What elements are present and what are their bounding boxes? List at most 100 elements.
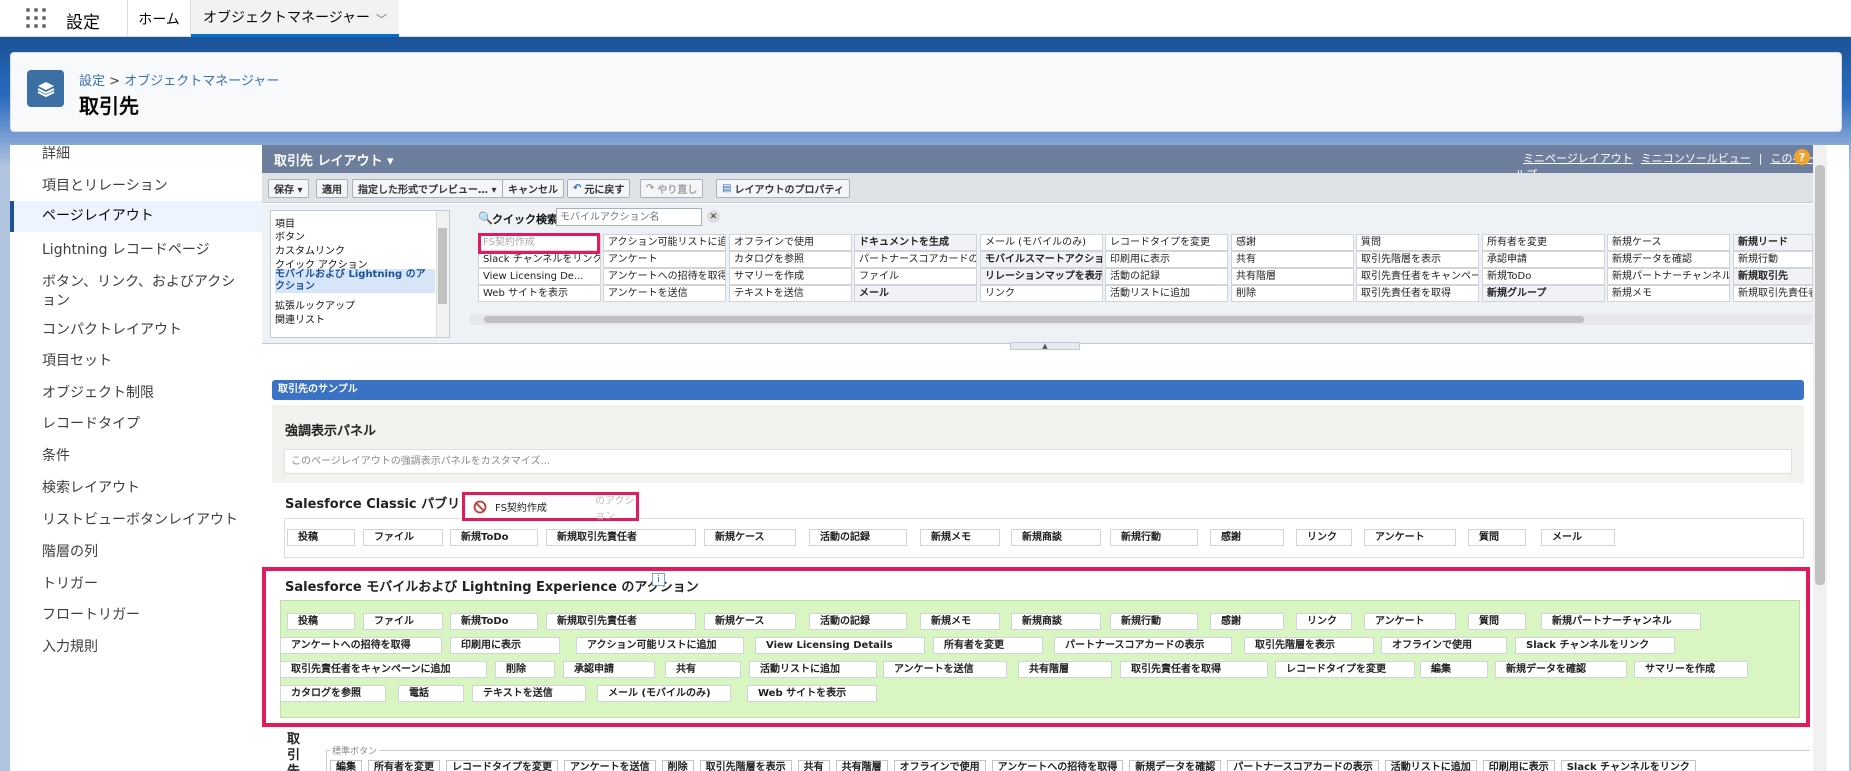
palette-item[interactable]: 感謝 bbox=[1231, 234, 1354, 251]
classic-action-item[interactable]: 活動の記録 bbox=[809, 529, 907, 546]
standard-button-item[interactable]: 活動リストに追加 bbox=[1384, 760, 1477, 771]
sidebar-item-lightning-pages[interactable]: Lightning レコードページ bbox=[10, 241, 262, 260]
classic-action-item[interactable]: 新規商談 bbox=[1011, 529, 1101, 546]
classic-action-item[interactable]: 新規取引先責任者 bbox=[546, 529, 696, 546]
classic-action-item[interactable]: 投稿 bbox=[287, 529, 355, 546]
palette-item[interactable]: 新規取引先責任者 bbox=[1733, 285, 1813, 302]
lightning-action-item[interactable]: 取引先責任者を取得 bbox=[1120, 661, 1268, 678]
standard-button-item[interactable]: 共有 bbox=[797, 760, 830, 771]
save-button[interactable]: 保存 ▾ bbox=[268, 179, 309, 198]
palette-item[interactable]: 取引先責任者を取得 bbox=[1356, 285, 1479, 302]
sidebar-item-record-types[interactable]: レコードタイプ bbox=[10, 415, 262, 434]
lightning-action-item[interactable]: 新規メモ bbox=[920, 613, 1000, 630]
help-icon[interactable]: ? bbox=[1794, 149, 1810, 165]
palette-item[interactable]: テキストを送信 bbox=[729, 285, 852, 302]
lightning-action-item[interactable]: 新規行動 bbox=[1110, 613, 1198, 630]
palette-item[interactable]: ファイル bbox=[854, 268, 977, 285]
tab-home[interactable]: ホーム bbox=[128, 0, 191, 37]
lightning-action-item[interactable]: 新規データを確認 bbox=[1495, 661, 1627, 678]
lightning-action-item[interactable]: アンケート bbox=[1364, 613, 1456, 630]
lightning-action-item[interactable]: サマリーを作成 bbox=[1634, 661, 1748, 678]
palette-item[interactable]: 新規ケース bbox=[1607, 234, 1730, 251]
lightning-action-item[interactable]: メール (モバイルのみ) bbox=[597, 685, 731, 702]
palette-item[interactable]: ドキュメントを生成 bbox=[854, 234, 977, 251]
standard-button-item[interactable]: 共有階層 bbox=[835, 760, 888, 771]
chevron-down-icon[interactable]: ﹀ bbox=[376, 11, 387, 27]
standard-button-item[interactable]: Slack チャンネルをリンク bbox=[1560, 760, 1696, 771]
standard-button-item[interactable]: アンケートを送信 bbox=[564, 760, 656, 771]
preview-as-button[interactable]: 指定した形式でプレビュー… ▾ bbox=[352, 179, 503, 198]
lightning-action-item[interactable]: 投稿 bbox=[287, 613, 355, 630]
palette-item[interactable]: 取引先階層を表示 bbox=[1356, 251, 1479, 268]
category-expanded-lookups[interactable]: 拡張ルックアップ bbox=[275, 297, 355, 312]
classic-action-item[interactable]: アンケート bbox=[1364, 529, 1456, 546]
standard-button-item[interactable]: 編集 bbox=[330, 760, 362, 771]
standard-button-item[interactable]: アンケートへの招待を取得 bbox=[991, 760, 1124, 771]
category-custom-links[interactable]: カスタムリンク bbox=[275, 242, 345, 257]
standard-button-item[interactable]: 新規データを確認 bbox=[1129, 760, 1222, 771]
sidebar-item-field-sets[interactable]: 項目セット bbox=[10, 352, 262, 371]
palette-item[interactable]: オフラインで使用 bbox=[729, 234, 852, 251]
classic-action-item[interactable]: メール bbox=[1541, 529, 1615, 546]
category-buttons[interactable]: ボタン bbox=[275, 228, 305, 243]
standard-button-item[interactable]: パートナースコアカードの表示 bbox=[1227, 760, 1379, 771]
palette-item[interactable]: アンケート bbox=[603, 251, 726, 268]
classic-action-item[interactable]: ファイル bbox=[363, 529, 443, 546]
apply-button[interactable]: 適用 bbox=[316, 179, 348, 198]
highlights-panel-hint[interactable]: このページレイアウトの強調表示パネルをカスタマイズ... bbox=[284, 449, 1792, 474]
sidebar-item-object-limits[interactable]: オブジェクト制限 bbox=[10, 384, 262, 403]
category-mobile-lightning-actions[interactable]: モバイルおよび Lightning のアクション bbox=[275, 269, 435, 293]
classic-action-item[interactable]: 感謝 bbox=[1210, 529, 1284, 546]
lightning-action-item[interactable]: 感謝 bbox=[1210, 613, 1284, 630]
standard-button-item[interactable]: オフラインで使用 bbox=[893, 760, 986, 771]
lightning-action-item[interactable]: View Licensing Details bbox=[755, 637, 925, 654]
palette-item[interactable]: 新規取引先 bbox=[1733, 268, 1813, 285]
lightning-action-item[interactable]: リンク bbox=[1296, 613, 1352, 630]
layout-title-dropdown[interactable]: 取引先 レイアウト ▾ bbox=[274, 150, 394, 169]
palette-item[interactable]: 共有 bbox=[1231, 251, 1354, 268]
palette-splitter-handle[interactable]: ▲ bbox=[1010, 342, 1080, 350]
palette-item[interactable]: 活動の記録 bbox=[1105, 268, 1228, 285]
sidebar-item-compact-layouts[interactable]: コンパクトレイアウト bbox=[10, 321, 262, 340]
palette-item[interactable]: 取引先責任者をキャンペーンに bbox=[1356, 268, 1479, 285]
lightning-action-item[interactable]: 所有者を変更 bbox=[933, 637, 1043, 654]
lightning-action-item[interactable]: 承認申請 bbox=[563, 661, 655, 678]
sidebar-item-fields[interactable]: 項目とリレーション bbox=[10, 177, 262, 196]
classic-action-item[interactable]: 質問 bbox=[1468, 529, 1526, 546]
sidebar-item-triggers[interactable]: トリガー bbox=[10, 575, 262, 594]
standard-button-item[interactable]: 取引先階層を表示 bbox=[699, 760, 792, 771]
palette-item[interactable]: メール (モバイルのみ) bbox=[980, 234, 1103, 251]
lightning-action-item[interactable]: Web サイトを表示 bbox=[747, 685, 877, 702]
lightning-action-item[interactable]: ファイル bbox=[363, 613, 443, 630]
standard-button-item[interactable]: レコードタイプを変更 bbox=[446, 760, 558, 771]
lightning-action-item[interactable]: 削除 bbox=[495, 661, 555, 678]
mini-console-view-link[interactable]: ミニコンソールビュー bbox=[1641, 152, 1751, 165]
palette-item[interactable]: 所有者を変更 bbox=[1482, 234, 1605, 251]
lightning-action-item[interactable]: 共有 bbox=[665, 661, 741, 678]
palette-item[interactable]: 削除 bbox=[1231, 285, 1354, 302]
lightning-action-item[interactable]: 質問 bbox=[1468, 613, 1526, 630]
breadcrumb-setup[interactable]: 設定 bbox=[79, 74, 105, 89]
palette-item[interactable]: 新規グループ bbox=[1482, 285, 1605, 302]
lightning-action-item[interactable]: 新規ToDo bbox=[450, 613, 538, 630]
undo-button[interactable]: ↶ 元に戻す bbox=[567, 179, 631, 198]
lightning-action-item[interactable]: 活動リストに追加 bbox=[749, 661, 877, 678]
palette-item[interactable]: アンケートへの招待を取得 bbox=[603, 268, 726, 285]
app-launcher-icon[interactable] bbox=[26, 8, 46, 28]
main-scrollbar-thumb[interactable] bbox=[1815, 165, 1825, 585]
palette-item[interactable]: 承認申請 bbox=[1482, 251, 1605, 268]
palette-item[interactable]: 質問 bbox=[1356, 234, 1479, 251]
lightning-action-item[interactable]: アンケートへの招待を取得 bbox=[280, 637, 442, 654]
lightning-action-item[interactable]: 新規取引先責任者 bbox=[546, 613, 696, 630]
sidebar-item-conditions[interactable]: 条件 bbox=[10, 447, 262, 466]
lightning-action-item[interactable]: 取引先責任者をキャンペーンに追加 bbox=[280, 661, 487, 678]
palette-scrollbar-thumb[interactable] bbox=[484, 316, 1584, 323]
redo-button[interactable]: ↷ やり直し bbox=[640, 179, 704, 198]
lightning-action-item[interactable]: パートナースコアカードの表示 bbox=[1054, 637, 1232, 654]
palette-item[interactable]: 活動リストに追加 bbox=[1105, 285, 1228, 302]
lightning-action-item[interactable]: 共有階層 bbox=[1018, 661, 1112, 678]
classic-action-item[interactable]: リンク bbox=[1296, 529, 1352, 546]
palette-item[interactable]: 新規メモ bbox=[1607, 285, 1730, 302]
lightning-action-item[interactable]: アンケートを送信 bbox=[883, 661, 1007, 678]
standard-button-item[interactable]: 印刷用に表示 bbox=[1482, 760, 1555, 771]
